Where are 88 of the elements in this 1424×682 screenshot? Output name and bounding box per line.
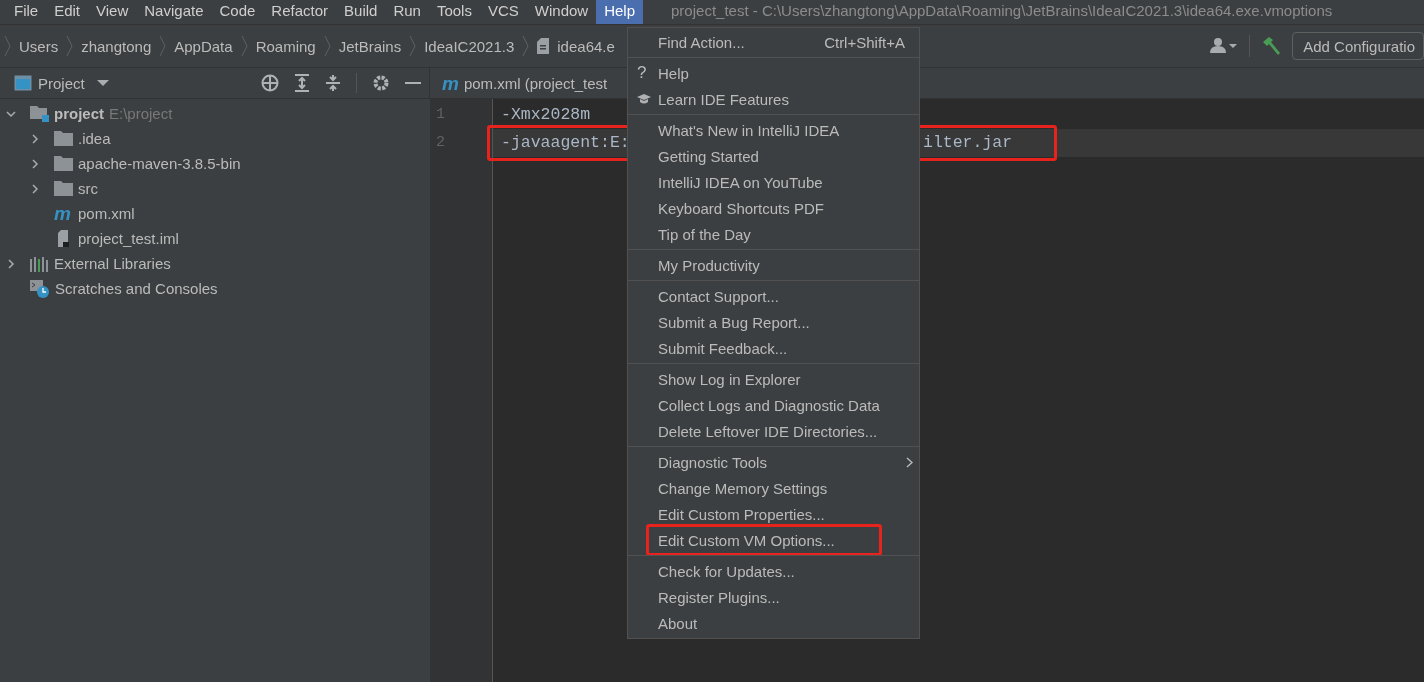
folder-icon: [54, 131, 73, 146]
maven-icon: m: [442, 73, 459, 93]
breadcrumb-item[interactable]: JetBrains: [338, 37, 402, 55]
menu-bar-item[interactable]: Run: [385, 0, 429, 24]
menu-bar-item[interactable]: Edit: [46, 0, 89, 24]
library-icon: [30, 255, 49, 272]
tree-item[interactable]: project: [54, 105, 104, 122]
folder-icon: [54, 181, 73, 196]
menu-item[interactable]: Getting Started: [628, 143, 919, 169]
module-folder-icon: [30, 105, 49, 122]
menu-bar-item[interactable]: Window: [526, 0, 597, 24]
chevron-icon[interactable]: [6, 258, 16, 269]
panel-icon: [14, 75, 32, 91]
chevron-icon[interactable]: [30, 133, 40, 144]
menu-item[interactable]: Collect Logs and Diagnostic Data: [628, 392, 919, 418]
code-text: -Xmx2028m: [501, 105, 591, 124]
maven-icon: m: [54, 204, 73, 223]
help-icon: ?: [637, 63, 647, 83]
menu-bar-item[interactable]: Tools: [428, 0, 480, 24]
menu-item[interactable]: Keyboard Shortcuts PDF: [628, 195, 919, 221]
menu-item[interactable]: Diagnostic Tools: [628, 449, 919, 475]
breadcrumb-item[interactable]: idea64.e: [557, 37, 615, 55]
menu-item[interactable]: Submit a Bug Report...: [628, 309, 919, 335]
menu-item[interactable]: What's New in IntelliJ IDEA: [628, 117, 919, 143]
menu-item[interactable]: Delete Leftover IDE Directories...: [628, 418, 919, 444]
menu-bar-item[interactable]: Refactor: [263, 0, 337, 24]
menu-item[interactable]: Check for Updates...: [628, 558, 919, 584]
breadcrumb-item[interactable]: IdeaIC2021.3: [424, 37, 515, 55]
chevron-icon: [159, 35, 167, 57]
code-text: -javaagent:E:: [501, 133, 630, 152]
menu-item[interactable]: Edit Custom VM Options...: [646, 524, 882, 556]
chevron-icon: [4, 35, 11, 57]
settings-icon[interactable]: [372, 74, 390, 92]
breadcrumb-item[interactable]: zhangtong: [81, 37, 152, 55]
menu-item[interactable]: Change Memory Settings: [628, 475, 919, 501]
chevron-icon[interactable]: [30, 183, 40, 194]
menu-item[interactable]: Find Action... Ctrl+Shift+A: [628, 29, 919, 55]
chevron-icon: [323, 35, 331, 57]
menu-item[interactable]: Edit Custom Properties...: [628, 501, 919, 527]
graduation-cap-icon: [637, 93, 651, 105]
add-configuration-button[interactable]: Add Configuratio: [1292, 32, 1424, 60]
menu-bar-item[interactable]: Navigate: [136, 0, 212, 24]
folder-icon: [54, 156, 73, 171]
menu-bar-item[interactable]: Code: [211, 0, 264, 24]
breadcrumb-item[interactable]: AppData: [174, 37, 233, 55]
chevron-icon: [66, 35, 74, 57]
tab-label: pom.xml (project_test: [463, 74, 608, 92]
shortcut-label: Ctrl+Shift+A: [824, 33, 905, 51]
breadcrumb-item[interactable]: Roaming: [255, 37, 316, 55]
path-label: E:\project: [109, 105, 173, 122]
chevron-icon: [522, 35, 530, 57]
expand-all-icon[interactable]: [294, 74, 310, 92]
tree-item[interactable]: External Libraries: [54, 255, 171, 272]
tree-item[interactable]: apache-maven-3.8.5-bin: [78, 155, 241, 172]
user-icon[interactable]: [1209, 37, 1240, 55]
breadcrumb-item[interactable]: Users: [19, 37, 59, 55]
code-text: ilter.jar: [923, 132, 1013, 154]
tree-item[interactable]: Scratches and Consoles: [55, 280, 218, 297]
menu-item[interactable]: My Productivity: [628, 252, 919, 278]
menu-item[interactable]: About: [628, 610, 919, 636]
file-icon: [537, 38, 550, 54]
menu-item[interactable]: IntelliJ IDEA on YouTube: [628, 169, 919, 195]
locate-icon[interactable]: [261, 74, 279, 92]
menu-item[interactable]: Submit Feedback...: [628, 335, 919, 361]
tree-item[interactable]: src: [78, 180, 98, 197]
menu-bar-item[interactable]: VCS: [479, 0, 527, 24]
menu-item[interactable]: ? Help: [628, 60, 919, 86]
chevron-icon: [409, 35, 417, 57]
menu-item[interactable]: Tip of the Day: [628, 221, 919, 247]
tree-item[interactable]: project_test.iml: [78, 230, 179, 247]
tree-item[interactable]: pom.xml: [78, 205, 135, 222]
menu-item[interactable]: Register Plugins...: [628, 584, 919, 610]
menu-item[interactable]: Contact Support...: [628, 283, 919, 309]
chevron-icon[interactable]: [30, 158, 40, 169]
scratch-icon: [30, 279, 50, 298]
chevron-icon[interactable]: [6, 108, 16, 119]
chevron-icon: [240, 35, 248, 57]
window-title: project_test - C:\Users\zhangtong\AppData\Roaming\JetBrains\IdeaIC2021.3\idea64.exe.vmoptions: [671, 1, 1333, 21]
menu-item[interactable]: Learn IDE Features: [628, 86, 919, 112]
menu-bar-item[interactable]: Build: [336, 0, 386, 24]
panel-title[interactable]: Project: [38, 74, 85, 92]
menu-bar-item[interactable]: Help: [596, 0, 644, 24]
collapse-all-icon[interactable]: [325, 74, 341, 92]
tree-item[interactable]: .idea: [78, 130, 111, 147]
menu-bar-item[interactable]: File: [6, 0, 47, 24]
menu-item[interactable]: Show Log in Explorer: [628, 366, 919, 392]
dropdown-icon[interactable]: [96, 79, 109, 87]
menu-bar-item[interactable]: View: [88, 0, 137, 24]
